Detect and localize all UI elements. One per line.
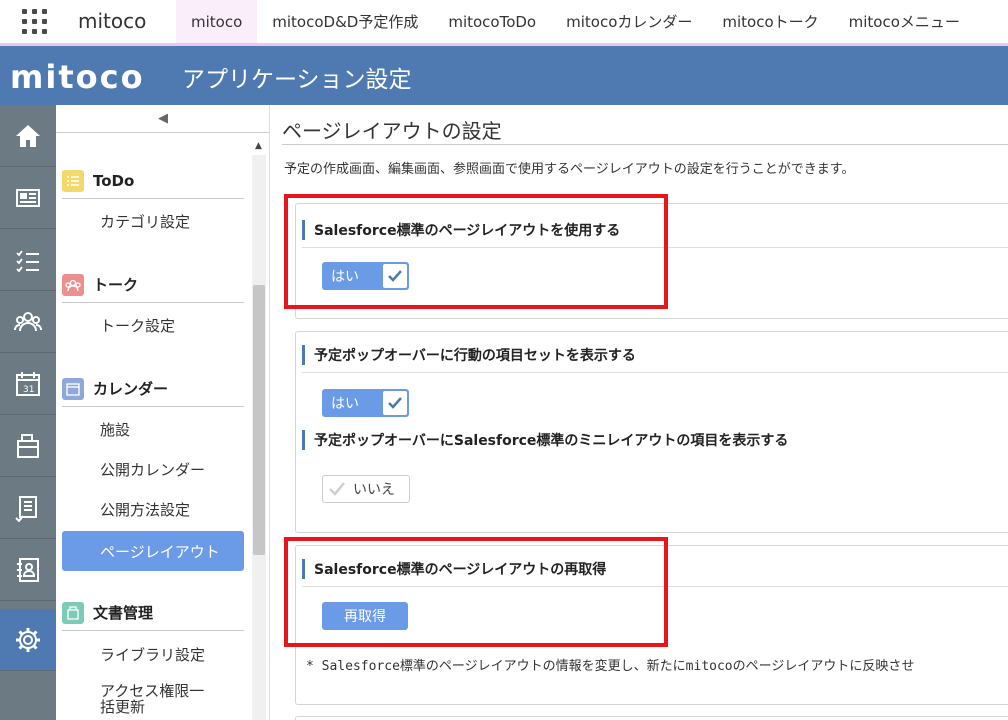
- next-card: [295, 716, 1008, 720]
- app-launcher-icon[interactable]: [22, 9, 50, 37]
- main-content: ページレイアウトの設定 予定の作成画面、編集画面、参照画面で使用するページレイア…: [270, 105, 1008, 720]
- title-divider: [282, 144, 1008, 145]
- refetch-note: * Salesforce標準のページレイアウトの情報を変更し、新たにmitoco…: [306, 659, 915, 674]
- svg-text:31: 31: [23, 385, 34, 395]
- document-icon: [62, 601, 84, 624]
- sidebar-item-publish-settings[interactable]: 公開方法設定: [62, 489, 244, 529]
- calendar-icon: 31: [16, 371, 40, 396]
- collapse-sidebar-button[interactable]: ◀: [56, 105, 269, 133]
- scroll-up-arrow-icon[interactable]: ▲: [255, 141, 262, 151]
- icon-rail: 31: [0, 105, 56, 720]
- card-heading: 予定ポップオーバーにSalesforce標準のミニレイアウトの項目を表示する: [302, 422, 1008, 458]
- home-icon: [16, 124, 40, 147]
- rail-calendar[interactable]: 31: [0, 353, 56, 415]
- documents-icon: [17, 433, 39, 458]
- talk-icon: [62, 273, 84, 296]
- sidebar-scrollbar-thumb[interactable]: [253, 285, 265, 555]
- card-heading: Salesforce標準のページレイアウトの再取得: [302, 551, 1008, 587]
- tab-todo[interactable]: mitocoToDo: [433, 0, 551, 43]
- header-title: アプリケーション設定: [182, 67, 412, 93]
- use-standard-layout-toggle[interactable]: はい: [322, 262, 409, 290]
- people-icon: [14, 311, 42, 331]
- tab-talk[interactable]: mitocoトーク: [707, 0, 833, 43]
- rail-documents[interactable]: [0, 415, 56, 477]
- show-mini-layout-toggle[interactable]: いいえ: [322, 475, 410, 503]
- tab-menu[interactable]: mitocoメニュー: [834, 0, 975, 43]
- card-heading: 予定ポップオーバーに行動の項目セットを表示する: [302, 337, 1008, 373]
- checkmark-icon: [383, 391, 407, 415]
- section-documents: 文書管理: [62, 595, 244, 631]
- checkmark-icon: [326, 478, 348, 500]
- gear-icon: [16, 627, 40, 652]
- address-book-icon: [17, 557, 39, 582]
- nav-tabs: mitoco mitocoD&D予定作成 mitocoToDo mitocoカレ…: [176, 0, 975, 43]
- card-popover-settings: 予定ポップオーバーに行動の項目セットを表示する はい 予定ポップオーバーにSal…: [295, 331, 1008, 533]
- rail-address-book[interactable]: [0, 539, 56, 601]
- tab-mitoco[interactable]: mitoco: [176, 0, 258, 43]
- sidebar-item-facilities[interactable]: 施設: [62, 409, 244, 449]
- app-header: mitoco アプリケーション設定: [0, 46, 1008, 105]
- todo-icon: [62, 169, 84, 192]
- sidebar-item-library-settings[interactable]: ライブラリ設定: [62, 634, 244, 674]
- newspaper-icon: [16, 188, 40, 207]
- show-action-fieldset-toggle[interactable]: はい: [322, 389, 409, 417]
- app-name: mitoco: [78, 9, 147, 33]
- rail-news[interactable]: [0, 167, 56, 229]
- settings-sidebar: ◀ ▲ ToDo カテゴリ設定 トーク トーク設定 カレンダー 施設 公開カレン…: [56, 105, 270, 720]
- section-talk: トーク: [62, 267, 244, 303]
- report-icon: [15, 495, 37, 522]
- sidebar-item-page-layout[interactable]: ページレイアウト: [62, 531, 244, 571]
- section-calendar: カレンダー: [62, 371, 244, 407]
- sidebar-item-bulk-access-update[interactable]: アクセス権限一括更新: [62, 679, 244, 720]
- rail-people[interactable]: [0, 291, 56, 353]
- sidebar-item-category-settings[interactable]: カテゴリ設定: [62, 201, 244, 241]
- page-description: 予定の作成画面、編集画面、参照画面で使用するページレイアウトの設定を行うことがで…: [284, 162, 855, 177]
- rail-todo[interactable]: [0, 229, 56, 291]
- triangle-left-icon: ◀: [158, 111, 168, 126]
- top-navigation: mitoco mitoco mitocoD&D予定作成 mitocoToDo m…: [0, 0, 1008, 46]
- calendar-icon: [62, 377, 84, 400]
- page-title: ページレイアウトの設定: [282, 119, 502, 143]
- rail-home[interactable]: [0, 105, 56, 167]
- sidebar-item-talk-settings[interactable]: トーク設定: [62, 305, 244, 345]
- card-heading: Salesforce標準のページレイアウトを使用する: [302, 212, 1008, 248]
- sidebar-item-public-calendar[interactable]: 公開カレンダー: [62, 449, 244, 489]
- rail-settings[interactable]: [0, 609, 56, 671]
- checklist-icon: [16, 249, 39, 272]
- card-use-standard-layout: Salesforce標準のページレイアウトを使用する はい: [295, 203, 1008, 319]
- mitoco-logo: mitoco: [10, 58, 145, 96]
- section-todo: ToDo: [62, 163, 244, 199]
- rail-report[interactable]: [0, 477, 56, 539]
- tab-dd-schedule[interactable]: mitocoD&D予定作成: [257, 0, 433, 43]
- card-refetch-layout: Salesforce標準のページレイアウトの再取得 再取得 * Salesfor…: [295, 545, 1008, 705]
- tab-calendar[interactable]: mitocoカレンダー: [551, 0, 707, 43]
- checkmark-icon: [383, 264, 407, 288]
- refetch-button[interactable]: 再取得: [322, 602, 408, 630]
